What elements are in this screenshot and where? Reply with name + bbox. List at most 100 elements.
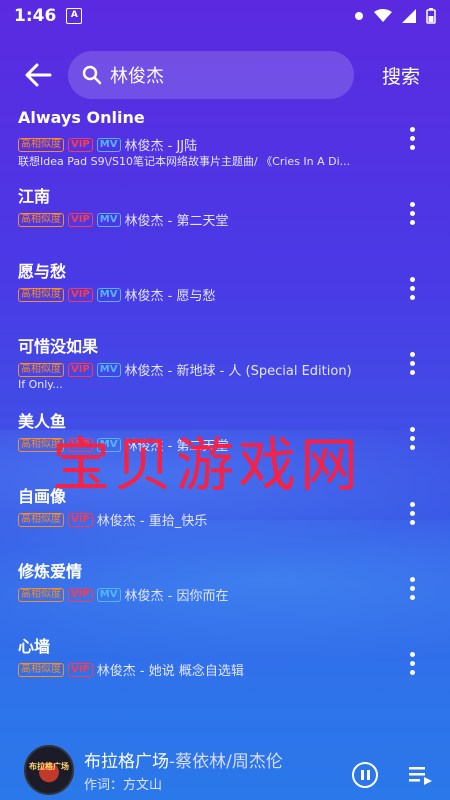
album-cover[interactable]: 布拉格广场 xyxy=(24,745,74,795)
status-bar: 1:46 A xyxy=(0,0,450,32)
song-artist-album: 林俊杰 - 她说 概念自选辑 xyxy=(96,664,244,679)
mv-badge: MV xyxy=(96,287,121,302)
now-playing-song: 布拉格广场 xyxy=(84,752,169,772)
song-title: 可惜没如果 xyxy=(18,337,99,356)
more-dot xyxy=(409,669,415,675)
vip-badge: VIP xyxy=(68,437,93,452)
song-meta: 高相似度 VIP 林俊杰 - 她说 概念自选辑 xyxy=(18,660,244,679)
song-row[interactable]: 可惜没如果 高相似度 VIP MV 林俊杰 - 新地球 - 人 (Special Edi… xyxy=(0,327,450,402)
more-options-button[interactable] xyxy=(404,270,420,306)
status-time: 1:46 xyxy=(14,6,57,26)
more-dot xyxy=(409,510,415,516)
pause-icon xyxy=(360,770,364,780)
quality-badge: 高相似度 xyxy=(18,212,64,227)
now-playing-title: 布拉格广场-蔡依林/周杰伦 xyxy=(84,747,283,772)
song-row[interactable]: 自画像高相似度 VIP 林俊杰 - 重拾_快乐 xyxy=(0,477,450,552)
more-dot xyxy=(409,360,415,366)
song-meta: 高相似度 VIP MV 林俊杰 - 新地球 - 人 (Special Edition) xyxy=(18,360,352,379)
vip-badge: VIP xyxy=(68,512,93,527)
cellular-icon xyxy=(402,9,416,23)
signal-dot-icon xyxy=(355,12,363,20)
more-options-button[interactable] xyxy=(404,645,420,681)
song-title: 修炼爱情 xyxy=(18,562,83,581)
song-row[interactable]: 愿与愁 高相似度 VIP MV 林俊杰 - 愿与愁 xyxy=(0,252,450,327)
pause-icon xyxy=(366,770,370,780)
quality-badge: 高相似度 xyxy=(18,437,64,452)
search-box[interactable] xyxy=(68,51,354,99)
search-header: 搜索 xyxy=(0,48,450,102)
mv-badge: MV xyxy=(96,137,121,152)
vip-badge: VIP xyxy=(68,287,93,302)
vip-badge: VIP xyxy=(68,212,93,227)
more-options-button[interactable] xyxy=(404,570,420,606)
vip-badge: VIP xyxy=(68,137,93,152)
more-options-button[interactable] xyxy=(404,195,420,231)
vip-badge: VIP xyxy=(68,362,93,377)
back-button[interactable] xyxy=(18,55,58,95)
search-input[interactable] xyxy=(108,63,332,87)
song-row[interactable]: Always Online 高相似度 VIP MV 林俊杰 - JJ陆 联想Idea Pa… xyxy=(0,102,450,177)
mv-badge: MV xyxy=(96,587,121,602)
song-list: Always Online 高相似度 VIP MV 林俊杰 - JJ陆 联想Idea Pa… xyxy=(0,102,450,712)
back-arrow-icon xyxy=(25,63,52,87)
more-dot xyxy=(409,435,415,441)
song-row[interactable]: 新地球 xyxy=(0,702,450,712)
vip-badge: VIP xyxy=(68,662,93,677)
song-artist-album: 林俊杰 - 第二天堂 xyxy=(124,439,229,454)
quality-badge: 高相似度 xyxy=(18,662,64,677)
more-dot xyxy=(409,501,415,507)
vip-badge: VIP xyxy=(68,587,93,602)
quality-badge: 高相似度 xyxy=(18,287,64,302)
notification-app-icon: A xyxy=(66,8,83,24)
now-playing-info[interactable]: 布拉格广场-蔡依林/周杰伦 作词：方文山 xyxy=(84,747,283,793)
more-dot xyxy=(409,276,415,282)
song-artist-album: 林俊杰 - JJ陆 xyxy=(124,139,198,154)
more-dot xyxy=(409,576,415,582)
more-dot xyxy=(409,219,415,225)
song-title: 自画像 xyxy=(18,487,67,506)
song-description: If Only... xyxy=(18,378,63,391)
quality-badge: 高相似度 xyxy=(18,512,64,527)
quality-badge: 高相似度 xyxy=(18,362,64,377)
album-cover-text: 布拉格广场 xyxy=(29,762,69,771)
song-artist-album: 林俊杰 - 因你而在 xyxy=(124,589,229,604)
song-row[interactable]: 美人鱼 高相似度 VIP MV 林俊杰 - 第二天堂 xyxy=(0,402,450,477)
song-row[interactable]: 江南 高相似度 VIP MV 林俊杰 - 第二天堂 xyxy=(0,177,450,252)
song-title: 愿与愁 xyxy=(18,262,67,281)
search-button[interactable]: 搜索 xyxy=(382,62,420,89)
song-title: 江南 xyxy=(18,187,51,206)
wifi-icon xyxy=(374,9,392,22)
song-title: 心墙 xyxy=(18,637,51,656)
more-dot xyxy=(409,426,415,432)
song-artist-album: 林俊杰 - 重拾_快乐 xyxy=(96,514,208,529)
status-icons xyxy=(354,8,436,24)
more-options-button[interactable] xyxy=(404,495,420,531)
song-row[interactable]: 心墙高相似度 VIP 林俊杰 - 她说 概念自选辑 xyxy=(0,627,450,702)
song-title: 新地球 xyxy=(18,708,66,712)
song-meta: 高相似度 VIP 林俊杰 - 重拾_快乐 xyxy=(18,510,207,529)
playlist-queue-icon[interactable] xyxy=(408,762,434,788)
more-dot xyxy=(409,201,415,207)
more-dot xyxy=(409,285,415,291)
quality-badge: 高相似度 xyxy=(18,137,64,152)
more-options-button[interactable] xyxy=(404,120,420,156)
more-options-button[interactable] xyxy=(404,420,420,456)
song-title: Always Online xyxy=(18,108,145,127)
more-dot xyxy=(409,651,415,657)
more-dot xyxy=(409,444,415,450)
more-dot xyxy=(409,126,415,132)
more-dot xyxy=(409,660,415,666)
more-dot xyxy=(409,135,415,141)
battery-icon xyxy=(426,8,436,24)
song-meta: 高相似度 VIP MV 林俊杰 - 愿与愁 xyxy=(18,285,215,304)
more-dot xyxy=(409,294,415,300)
more-dot xyxy=(409,144,415,150)
song-meta: 高相似度 VIP MV 林俊杰 - 因你而在 xyxy=(18,585,228,604)
mini-player[interactable]: 布拉格广场 布拉格广场-蔡依林/周杰伦 作词：方文山 xyxy=(0,740,450,800)
more-dot xyxy=(409,519,415,525)
more-options-button[interactable] xyxy=(404,345,420,381)
more-dot xyxy=(409,369,415,375)
more-dot xyxy=(409,351,415,357)
song-row[interactable]: 修炼爱情高相似度 VIP MV 林俊杰 - 因你而在 xyxy=(0,552,450,627)
pause-button[interactable] xyxy=(352,762,378,788)
